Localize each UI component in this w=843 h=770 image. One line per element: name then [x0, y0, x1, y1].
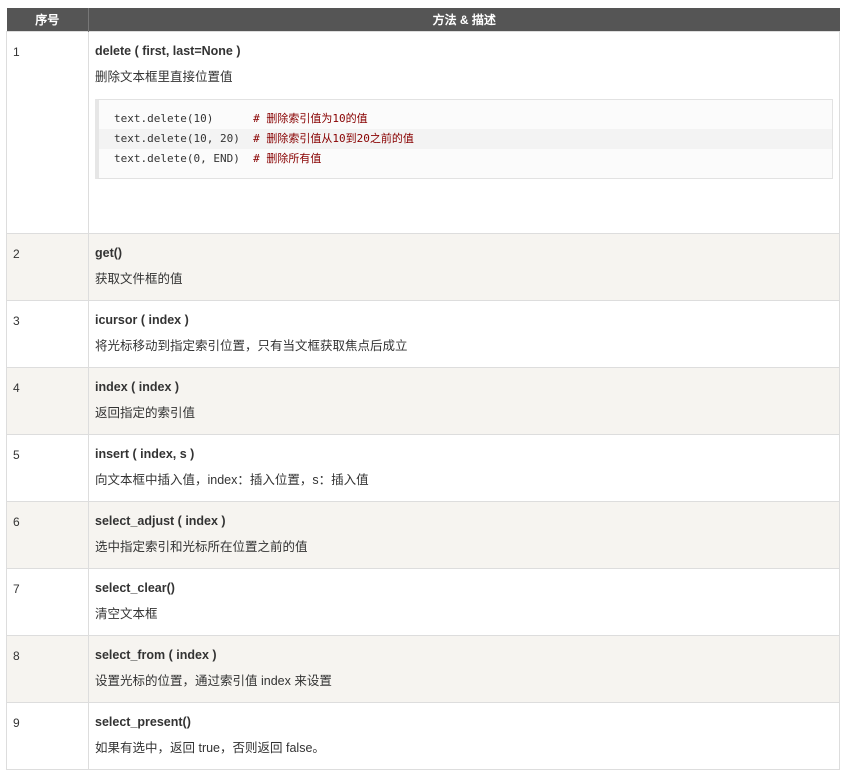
table-row: 1 delete ( first, last=None ) 删除文本框里直接位置… [6, 31, 840, 234]
table-row: 5 insert ( index, s ) 向文本框中插入值，index：插入位… [6, 434, 840, 502]
row-number: 9 [6, 702, 89, 770]
method-description: 如果有选中，返回 true，否则返回 false。 [95, 741, 325, 755]
table-row: 2 get() 获取文件框的值 [6, 233, 840, 301]
code-comment: # 删除索引值从10到20之前的值 [253, 132, 414, 145]
method-description: 删除文本框里直接位置值 [95, 70, 233, 84]
table-row: 4 index ( index ) 返回指定的索引值 [6, 367, 840, 435]
row-number: 4 [6, 367, 89, 435]
code-line: text.delete(10) # 删除索引值为10的值 [99, 109, 832, 129]
row-number: 2 [6, 233, 89, 301]
code-text: text.delete(10) [114, 112, 254, 125]
header-number: 序号 [6, 8, 89, 32]
method-name: select_clear() [95, 581, 175, 595]
method-name: select_present() [95, 715, 191, 729]
code-comment: # 删除所有值 [253, 152, 322, 165]
method-name: index ( index ) [95, 380, 180, 394]
row-number: 1 [6, 31, 89, 234]
method-cell: index ( index ) 返回指定的索引值 [88, 367, 840, 435]
row-number: 3 [6, 300, 89, 368]
code-block: text.delete(10) # 删除索引值为10的值 text.delete… [95, 99, 833, 179]
row-number: 7 [6, 568, 89, 636]
method-cell: select_from ( index ) 设置光标的位置，通过索引值 inde… [88, 635, 840, 703]
table-header-row: 序号 方法 & 描述 [6, 8, 840, 32]
code-comment: # 删除索引值为10的值 [253, 112, 368, 125]
method-name: get() [95, 246, 123, 260]
method-description: 返回指定的索引值 [95, 406, 196, 420]
row-number: 6 [6, 501, 89, 569]
method-description: 获取文件框的值 [95, 272, 183, 286]
table-row: 6 select_adjust ( index ) 选中指定索引和光标所在位置之… [6, 501, 840, 569]
row-number: 5 [6, 434, 89, 502]
method-cell: select_adjust ( index ) 选中指定索引和光标所在位置之前的… [88, 501, 840, 569]
code-line: text.delete(0, END) # 删除所有值 [99, 149, 832, 169]
code-text: text.delete(0, END) [114, 152, 254, 165]
header-method-description: 方法 & 描述 [88, 8, 840, 32]
method-name: icursor ( index ) [95, 313, 189, 327]
method-cell: insert ( index, s ) 向文本框中插入值，index：插入位置，… [88, 434, 840, 502]
method-name: select_from ( index ) [95, 648, 217, 662]
method-description: 清空文本框 [95, 607, 158, 621]
method-cell: get() 获取文件框的值 [88, 233, 840, 301]
table-row: 7 select_clear() 清空文本框 [6, 568, 840, 636]
method-name: select_adjust ( index ) [95, 514, 226, 528]
method-description: 选中指定索引和光标所在位置之前的值 [95, 540, 308, 554]
table-row: 3 icursor ( index ) 将光标移动到指定索引位置，只有当文框获取… [6, 300, 840, 368]
code-text: text.delete(10, 20) [114, 132, 254, 145]
method-cell: select_present() 如果有选中，返回 true，否则返回 fals… [88, 702, 840, 770]
table-row: 8 select_from ( index ) 设置光标的位置，通过索引值 in… [6, 635, 840, 703]
method-description: 向文本框中插入值，index：插入位置，s：插入值 [95, 473, 369, 487]
method-name: insert ( index, s ) [95, 447, 195, 461]
method-cell: select_clear() 清空文本框 [88, 568, 840, 636]
row-number: 8 [6, 635, 89, 703]
methods-table: 序号 方法 & 描述 1 delete ( first, last=None )… [6, 8, 840, 770]
method-description: 将光标移动到指定索引位置，只有当文框获取焦点后成立 [95, 339, 408, 353]
method-description: 设置光标的位置，通过索引值 index 来设置 [95, 674, 332, 688]
table-row: 9 select_present() 如果有选中，返回 true，否则返回 fa… [6, 702, 840, 770]
code-line: text.delete(10, 20) # 删除索引值从10到20之前的值 [99, 129, 832, 149]
method-name: delete ( first, last=None ) [95, 44, 241, 58]
method-cell: delete ( first, last=None ) 删除文本框里直接位置值 … [88, 31, 840, 234]
method-cell: icursor ( index ) 将光标移动到指定索引位置，只有当文框获取焦点… [88, 300, 840, 368]
